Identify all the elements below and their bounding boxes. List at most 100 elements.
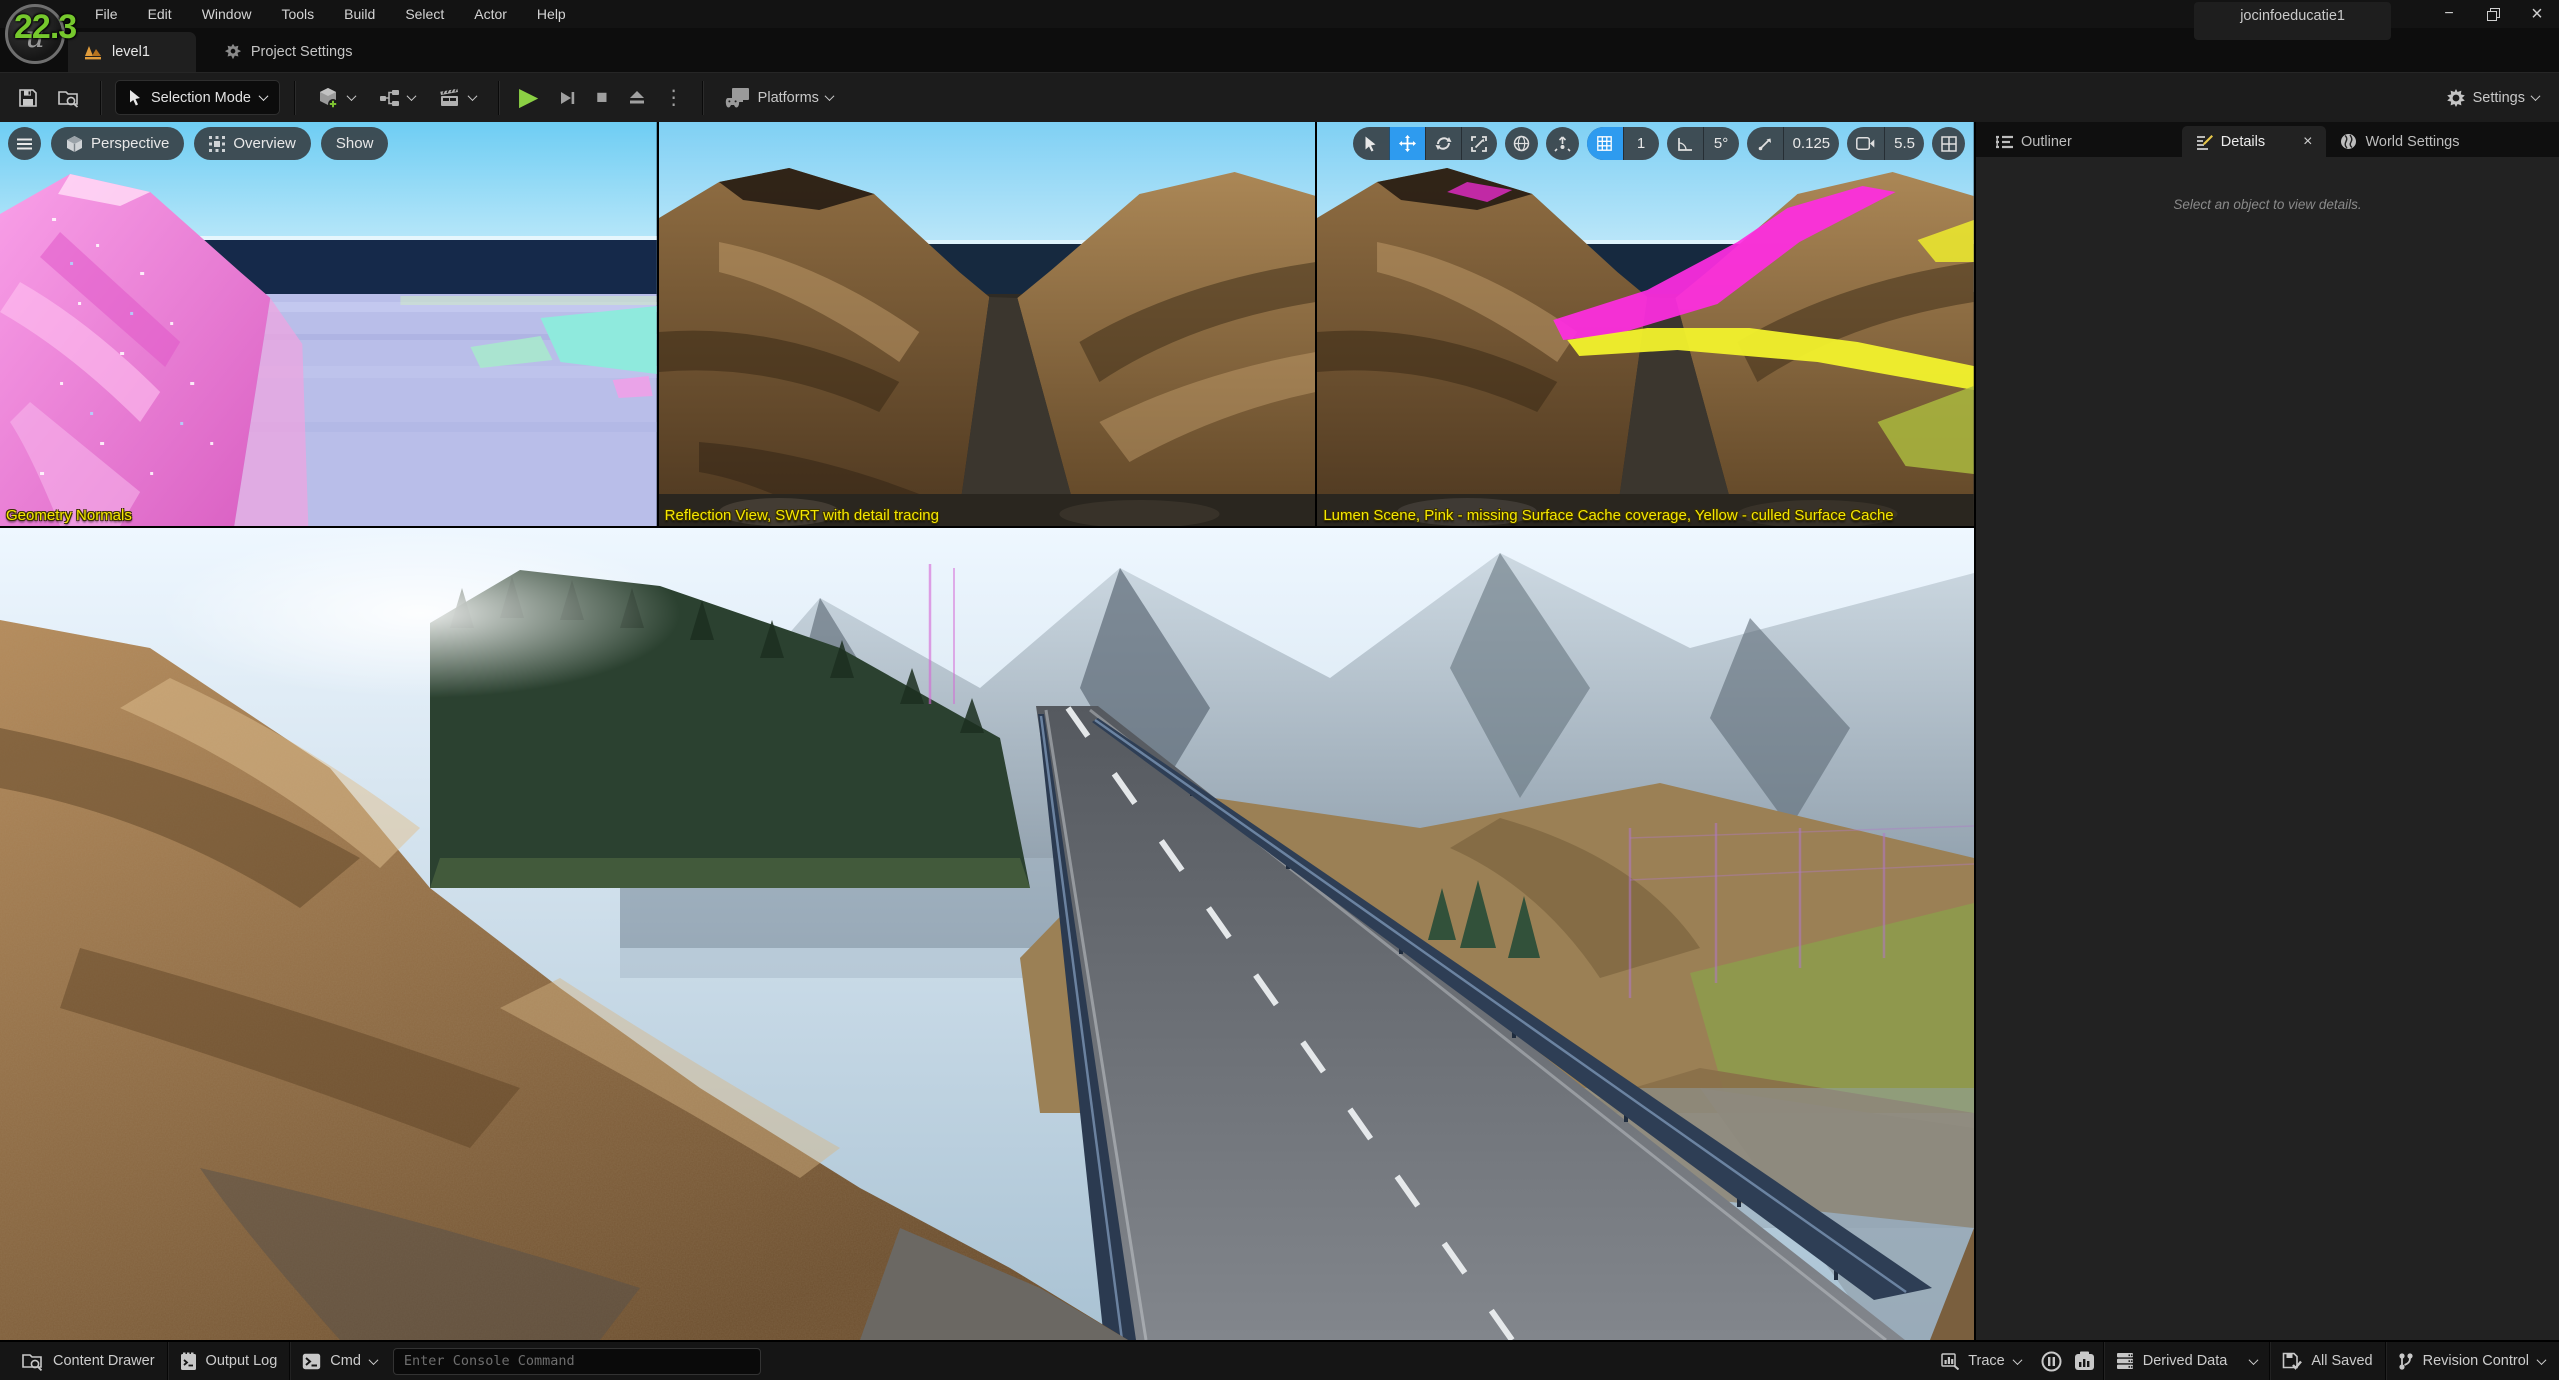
quick-add-dropdown[interactable]	[309, 80, 363, 116]
menu-help[interactable]: Help	[522, 2, 581, 26]
move-tool-button[interactable]	[1389, 127, 1425, 160]
platforms-dropdown[interactable]: Platforms	[717, 80, 841, 116]
menu-build[interactable]: Build	[329, 2, 390, 26]
chevron-down-icon	[347, 91, 357, 101]
content-drawer-icon	[22, 1352, 44, 1371]
level-viewport[interactable]: Geometry Normals	[0, 122, 1974, 1340]
output-log-label: Output Log	[206, 1353, 278, 1369]
revision-control-branch-icon	[2398, 1352, 2414, 1371]
rotation-snap-value[interactable]: 5°	[1703, 127, 1739, 160]
tab-outliner[interactable]: Outliner	[1982, 126, 2086, 157]
blueprints-dropdown[interactable]	[371, 80, 423, 116]
save-button[interactable]	[12, 80, 44, 116]
view-geometry-normals[interactable]: Geometry Normals	[0, 122, 657, 526]
transform-space-toggle-button[interactable]	[1505, 127, 1538, 160]
profiler-snapshot-icon[interactable]	[2074, 1351, 2095, 1371]
menu-select[interactable]: Select	[390, 2, 459, 26]
toolbar-separator	[100, 81, 101, 115]
output-log-button[interactable]: Output Log	[168, 1342, 290, 1380]
transform-tool-group	[1353, 127, 1497, 160]
view-mode-label: Overview	[233, 135, 296, 152]
unreal-editor-window: File Edit Window Tools Build Select Acto…	[0, 0, 2559, 1380]
cmd-dropdown[interactable]: Cmd	[290, 1342, 389, 1380]
quad-layout-icon	[1941, 136, 1957, 152]
play-options-kebab-button[interactable]: ⋮	[660, 85, 688, 110]
revision-control-dropdown[interactable]: Revision Control	[2386, 1342, 2549, 1380]
tab-level1[interactable]: level1	[68, 32, 196, 72]
trace-label: Trace	[1968, 1353, 2005, 1369]
right-panel-tabs: Outliner Details × World Settings	[1976, 122, 2559, 157]
view-reflection[interactable]: Reflection View, SWRT with detail tracin…	[659, 122, 1316, 526]
outliner-tab-label: Outliner	[2021, 134, 2072, 150]
perspective-dropdown[interactable]: Perspective	[51, 127, 184, 160]
derived-data-dropdown[interactable]: Derived Data	[2104, 1342, 2270, 1380]
tab-world-settings[interactable]: World Settings	[2326, 126, 2473, 157]
rotation-snap-toggle-button[interactable]	[1667, 127, 1703, 160]
show-label: Show	[336, 135, 374, 152]
rotation-snap-control: 5°	[1667, 127, 1739, 160]
console-command-input[interactable]	[393, 1348, 761, 1375]
content-drawer-button[interactable]: Content Drawer	[10, 1342, 167, 1380]
scale-snap-arrow-icon	[1758, 137, 1772, 151]
viewport-toolbar-left: Perspective Overview Show	[8, 127, 388, 160]
save-check-icon	[2282, 1352, 2302, 1371]
scale-tool-button[interactable]	[1461, 127, 1497, 160]
menu-window[interactable]: Window	[187, 2, 267, 26]
select-tool-button[interactable]	[1353, 127, 1389, 160]
view-label-lumen-scene: Lumen Scene, Pink - missing Surface Cach…	[1323, 507, 1893, 524]
chevron-down-icon	[2249, 1355, 2259, 1365]
project-settings-gear-icon	[224, 43, 242, 61]
show-dropdown[interactable]: Show	[321, 127, 389, 160]
selection-mode-dropdown[interactable]: Selection Mode	[115, 80, 280, 115]
restore-icon	[2487, 8, 2500, 21]
stop-button[interactable]: ■	[590, 80, 613, 116]
scale-snap-value[interactable]: 0.125	[1783, 127, 1840, 160]
add-actor-cube-icon	[317, 86, 341, 110]
perspective-label: Perspective	[91, 135, 169, 152]
viewport-layout-button[interactable]	[1932, 127, 1965, 160]
world-space-icon	[1513, 135, 1530, 152]
insights-session-icon[interactable]	[2041, 1351, 2062, 1372]
close-button[interactable]: ×	[2515, 0, 2559, 28]
menu-edit[interactable]: Edit	[133, 2, 187, 26]
viewport-options-menu-button[interactable]	[8, 127, 41, 160]
cursor-icon	[128, 89, 142, 106]
grid-snap-toggle-button[interactable]	[1587, 127, 1623, 160]
camera-speed-control: 5.5	[1847, 127, 1924, 160]
play-button[interactable]: ▶	[513, 80, 544, 116]
scale-snap-toggle-button[interactable]	[1747, 127, 1783, 160]
view-lumen-scene[interactable]: Lumen Scene, Pink - missing Surface Cach…	[1317, 122, 1974, 526]
revision-control-label: Revision Control	[2423, 1353, 2529, 1369]
eject-button[interactable]	[622, 80, 652, 116]
level-mountain-icon	[84, 44, 103, 61]
menu-file[interactable]: File	[80, 2, 133, 26]
menu-tools[interactable]: Tools	[266, 2, 329, 26]
tab-details[interactable]: Details ×	[2182, 126, 2327, 157]
menu-actor[interactable]: Actor	[459, 2, 522, 26]
tab-label: level1	[112, 44, 150, 60]
restore-button[interactable]	[2471, 0, 2515, 28]
content-drawer-label: Content Drawer	[53, 1353, 155, 1369]
frame-skip-button[interactable]	[552, 80, 582, 116]
stop-icon: ■	[596, 88, 607, 107]
minimize-button[interactable]: −	[2427, 0, 2471, 28]
trace-dropdown[interactable]: Trace	[1929, 1342, 2033, 1380]
camera-speed-button[interactable]	[1847, 127, 1884, 160]
snapping-options-button[interactable]	[1546, 127, 1579, 160]
all-saved-button[interactable]: All Saved	[2270, 1342, 2384, 1380]
view-mode-dropdown[interactable]: Overview	[194, 127, 311, 160]
project-settings-button[interactable]: Project Settings	[208, 32, 369, 72]
details-panel-body: Select an object to view details.	[1976, 157, 2559, 1340]
content-browser-button[interactable]	[52, 80, 86, 116]
close-details-tab-button[interactable]: ×	[2299, 134, 2316, 150]
rotate-tool-button[interactable]	[1425, 127, 1461, 160]
cmd-label: Cmd	[330, 1353, 361, 1369]
cinematics-dropdown[interactable]	[431, 80, 484, 116]
settings-dropdown[interactable]: Settings	[2438, 80, 2547, 116]
vertex-snap-icon	[1554, 135, 1571, 152]
perspective-cube-icon	[66, 135, 83, 153]
titlebar: File Edit Window Tools Build Select Acto…	[0, 0, 2559, 28]
grid-snap-value[interactable]: 1	[1623, 127, 1659, 160]
view-main-lit[interactable]: Z X Y	[0, 528, 1974, 1340]
camera-speed-value[interactable]: 5.5	[1884, 127, 1924, 160]
